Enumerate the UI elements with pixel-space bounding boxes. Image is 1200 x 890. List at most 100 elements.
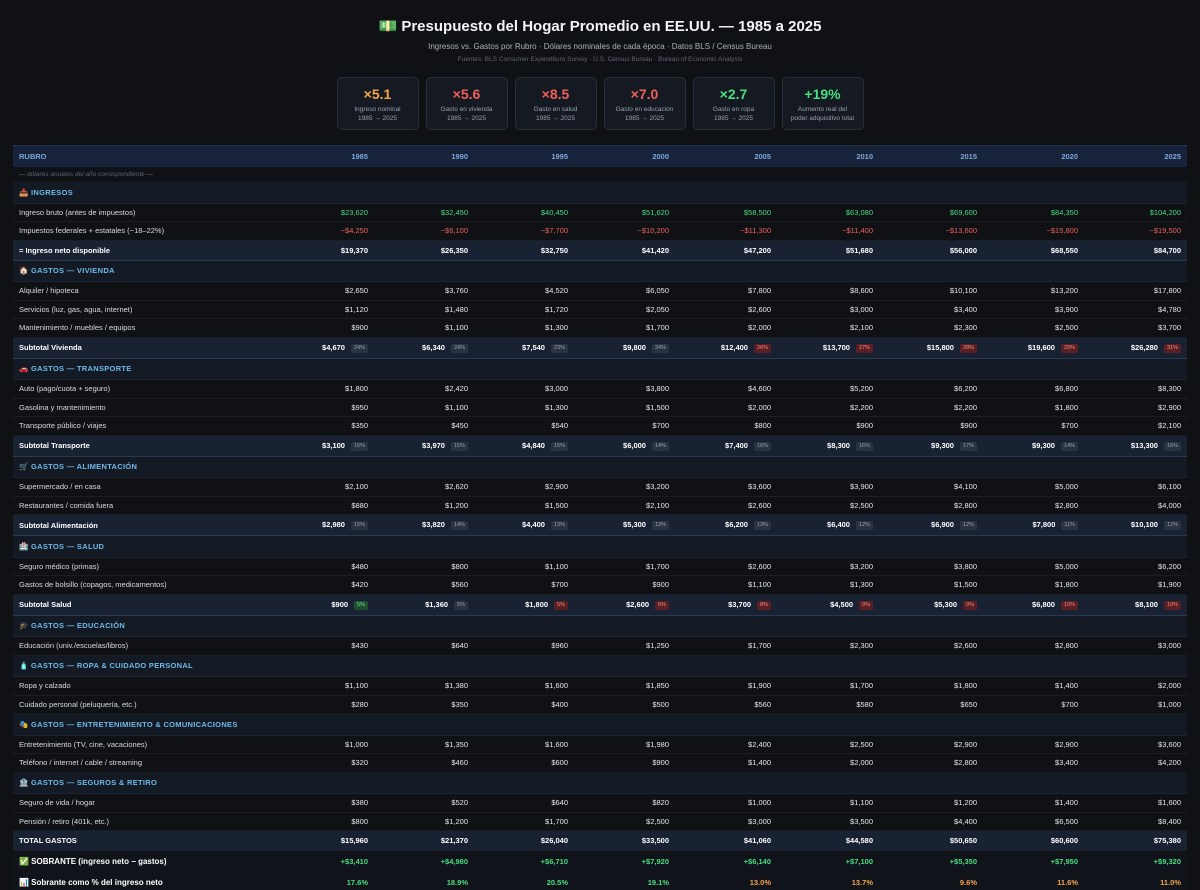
cell-amount: $4,670 <box>322 342 345 352</box>
section-title: 🧴 GASTOS — ROPA & CUIDADO PERSONAL <box>13 655 1187 677</box>
value-cell: $1,720 <box>474 300 574 319</box>
value-cell: $8,400 <box>1084 812 1187 831</box>
cell-amount: $3,100 <box>322 440 345 450</box>
value-cell: $700 <box>983 695 1084 714</box>
budget-table-wrapper: RUBRO 1985 1990 1995 2000 2005 2010 2015 2020 202… <box>0 145 1200 890</box>
value-cell: $26,040 <box>474 830 574 851</box>
row-label: Seguro de vida / hogar <box>13 793 257 813</box>
value-cell: $4,100 <box>879 477 983 497</box>
value-cell: $4,400 13% <box>474 514 574 536</box>
value-cell: $3,200 <box>574 477 675 497</box>
value-cell: $21,370 <box>374 830 474 851</box>
value-cell: $1,980 <box>574 735 675 754</box>
value-cell: $1,100 <box>374 398 474 417</box>
cell-amount: $8,300 <box>827 440 850 450</box>
column-header-year: 2010 <box>777 145 879 167</box>
summary-card: ×5.1 Ingreso nominal 1985 → 2025 <box>336 77 419 130</box>
column-header-year: 2015 <box>879 145 983 167</box>
row-label: Transporte público / viajes <box>13 416 257 436</box>
value-cell: $26,350 <box>374 239 474 261</box>
value-cell: $40,450 <box>474 203 574 222</box>
value-cell: $1,800 <box>879 676 983 696</box>
value-cell: $2,600 6% <box>574 593 675 616</box>
value-cell: $63,080 <box>777 203 879 222</box>
share-badge: 14% <box>450 521 468 530</box>
table-row: Gastos de bolsillo (copagos, medicamento… <box>13 575 1187 595</box>
table-row: Pensión / retiro (401k, etc.) $800 $1,200 $… <box>13 812 1187 831</box>
value-cell: $3,700 <box>1084 318 1187 338</box>
value-cell: $2,500 <box>983 318 1084 338</box>
card-value: ×7.0 <box>630 86 659 102</box>
column-header-year: 2025 <box>1084 145 1187 167</box>
cell-amount: $3,970 <box>422 440 445 450</box>
value-cell: $1,800 <box>983 575 1084 595</box>
row-label: Restaurantes / comida fuera <box>13 496 257 515</box>
value-cell: $2,650 <box>257 281 374 301</box>
value-cell: $350 <box>257 416 374 436</box>
value-cell: $6,400 12% <box>777 514 879 536</box>
value-cell: $8,100 10% <box>1084 593 1187 616</box>
value-cell: $3,000 <box>675 812 777 831</box>
value-cell: $1,250 <box>574 636 675 656</box>
value-cell: $1,500 <box>574 398 675 417</box>
value-cell: −$15,800 <box>983 221 1084 241</box>
table-row: Seguro médico (primas) $480 $800 $1,100 $1,7… <box>13 557 1187 576</box>
table-row: Auto (pago/cuota + seguro) $1,800 $2,420 $3… <box>13 379 1187 399</box>
section-title: 🚗 GASTOS — TRANSPORTE <box>13 358 1187 380</box>
value-cell: $2,420 <box>374 379 474 399</box>
value-cell: $4,670 24% <box>257 336 374 359</box>
table-row: Ropa y calzado $1,100 $1,380 $1,600 $1,850 $1… <box>13 676 1187 696</box>
column-header-year: 1985 <box>257 145 374 167</box>
row-label: Impuestos federales + estatales (~18–22%… <box>13 221 257 241</box>
value-cell: $1,100 <box>777 793 879 813</box>
value-cell: $1,000 <box>1084 695 1187 714</box>
cell-amount: $12,400 <box>720 342 748 352</box>
value-cell: $6,050 <box>574 281 675 301</box>
value-cell: $2,600 <box>675 300 777 319</box>
value-cell: 20.5% <box>474 871 574 890</box>
cell-amount: $6,400 <box>827 520 850 529</box>
value-cell: $2,000 <box>1084 676 1187 696</box>
value-cell: $1,700 <box>474 812 574 831</box>
section-title: 🎓 GASTOS — EDUCACIÓN <box>13 615 1187 637</box>
section-header-row: 🏦 GASTOS — SEGUROS & RETIRO <box>13 772 1187 794</box>
value-cell: $1,700 <box>777 676 879 696</box>
share-badge: 14% <box>1060 441 1078 451</box>
value-cell: $41,060 <box>675 830 777 851</box>
value-cell: $41,420 <box>574 239 675 261</box>
share-badge: 15% <box>450 441 468 451</box>
section-header-row: 🏠 GASTOS — VIVIENDA <box>13 260 1187 282</box>
value-cell: $1,700 <box>574 557 675 576</box>
value-cell: $6,800 10% <box>983 593 1084 616</box>
value-cell: $1,700 <box>675 636 777 656</box>
summary-card: ×8.5 Gasto en salud 1985 → 2025 <box>514 77 597 130</box>
section-header-row: 🧴 GASTOS — ROPA & CUIDADO PERSONAL <box>13 655 1187 677</box>
table-header-row: RUBRO 1985 1990 1995 2000 2005 2010 2015 2020 202… <box>13 145 1187 167</box>
row-label: Educación (univ./escuelas/libros) <box>13 636 257 656</box>
table-row: Teléfono / internet / cable / streaming $… <box>13 753 1187 773</box>
value-cell: $10,100 <box>879 281 983 301</box>
value-cell: +$9,320 <box>1084 850 1187 872</box>
subtotal-row: Subtotal Transporte $3,100 16% $3,970 15% $4,… <box>13 434 1187 457</box>
share-badge: 12% <box>1163 521 1181 530</box>
value-cell: $6,500 <box>983 812 1084 831</box>
value-cell: $4,780 <box>1084 300 1187 319</box>
value-cell: +$5,350 <box>879 850 983 872</box>
share-badge: 11% <box>1061 521 1078 530</box>
table-row: Supermercado / en casa $2,100 $2,620 $2,900… <box>13 477 1187 497</box>
value-cell: $900 <box>574 753 675 773</box>
table-row: Entretenimiento (TV, cine, vacaciones) $1… <box>13 735 1187 754</box>
cell-amount: $13,300 <box>1130 440 1158 450</box>
value-cell: $1,480 <box>374 300 474 319</box>
row-label: Subtotal Transporte <box>13 434 257 457</box>
cell-amount: $9,300 <box>931 440 954 450</box>
share-badge: 31% <box>1163 343 1181 353</box>
row-label: = Ingreso neto disponible <box>13 239 257 261</box>
row-label: ✅ SOBRANTE (ingreso neto − gastos) <box>13 850 257 872</box>
value-cell: −$10,200 <box>574 221 675 241</box>
value-cell: $900 <box>777 416 879 436</box>
value-cell: $880 <box>257 496 374 515</box>
share-badge: 9% <box>859 600 873 610</box>
value-cell: $6,200 <box>879 379 983 399</box>
value-cell: $7,400 16% <box>675 434 777 457</box>
